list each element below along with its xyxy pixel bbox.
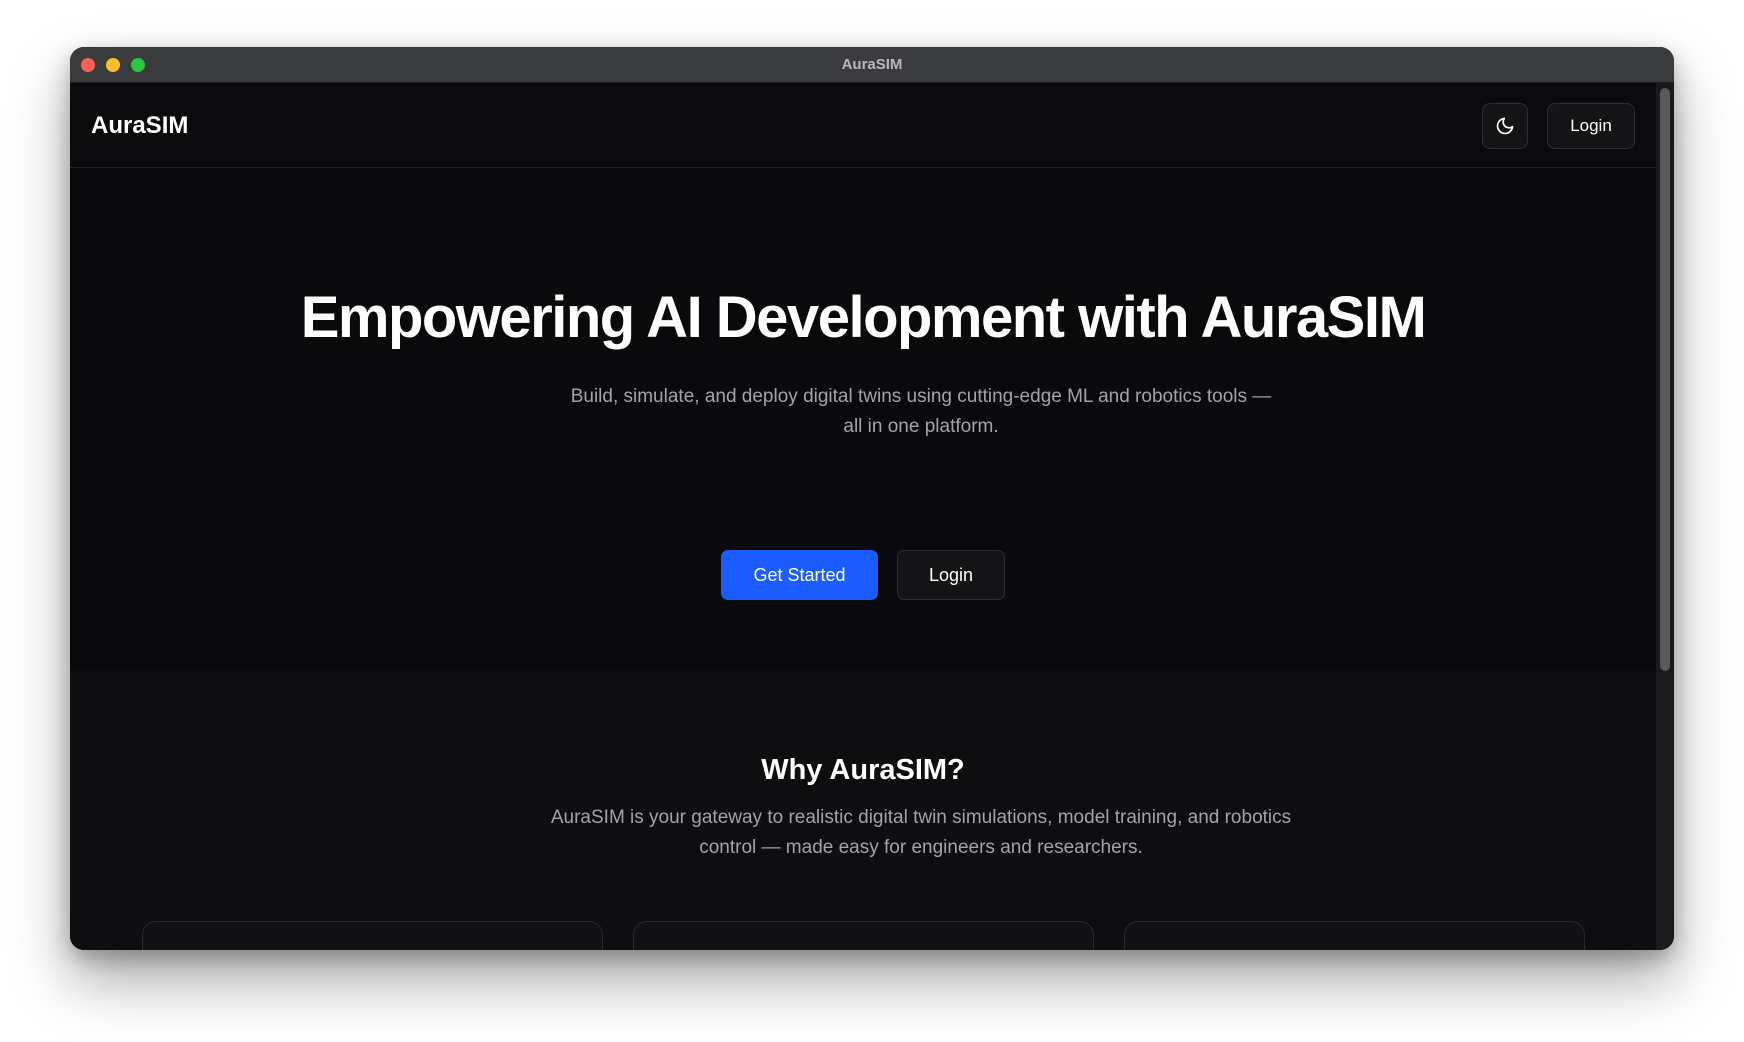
hero-section: Empowering AI Development with AuraSIM B… bbox=[70, 169, 1656, 671]
hero-subtitle: Build, simulate, and deploy digital twin… bbox=[570, 386, 1272, 437]
hero-title: Empowering AI Development with AuraSIM bbox=[300, 285, 1427, 350]
vertical-scrollbar[interactable] bbox=[1656, 83, 1674, 950]
nav-login-button[interactable]: Login bbox=[1547, 103, 1635, 149]
scrollbar-thumb[interactable] bbox=[1660, 88, 1670, 671]
moon-icon bbox=[1496, 117, 1514, 135]
window-titlebar: AuraSIM bbox=[70, 47, 1674, 83]
feature-card bbox=[1124, 921, 1585, 950]
window-title: AuraSIM bbox=[841, 56, 903, 73]
why-title: Why AuraSIM? bbox=[761, 754, 965, 786]
feature-card bbox=[142, 921, 603, 950]
theme-toggle-button[interactable] bbox=[1482, 103, 1528, 149]
hero-login-button[interactable]: Login bbox=[897, 550, 1005, 600]
browser-window: AuraSIM AuraSIM Login Empowering AI Deve… bbox=[70, 47, 1674, 950]
page-content: AuraSIM Login Empowering AI Development … bbox=[70, 83, 1656, 950]
get-started-button[interactable]: Get Started bbox=[721, 550, 878, 600]
why-description: AuraSIM is your gateway to realistic dig… bbox=[550, 807, 1292, 858]
feature-card bbox=[633, 921, 1094, 950]
navbar: AuraSIM Login bbox=[70, 83, 1656, 168]
brand-logo[interactable]: AuraSIM bbox=[91, 83, 188, 168]
why-section: Why AuraSIM? AuraSIM is your gateway to … bbox=[70, 671, 1656, 950]
